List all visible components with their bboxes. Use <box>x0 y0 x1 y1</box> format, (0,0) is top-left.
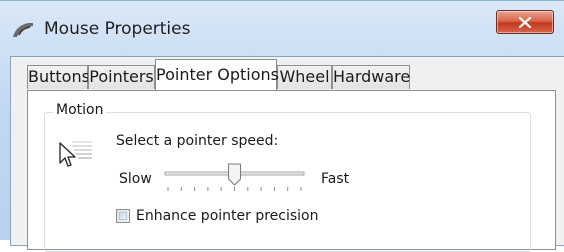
slider-ticks <box>167 187 302 191</box>
window-title: Mouse Properties <box>44 19 191 39</box>
slow-label: Slow <box>119 171 152 187</box>
fast-label: Fast <box>321 171 350 187</box>
tab-label: Pointers <box>89 67 154 86</box>
pointer-speed-slider[interactable] <box>163 163 306 195</box>
tab-hardware[interactable]: Hardware <box>332 65 410 89</box>
tab-pointer-options[interactable]: Pointer Options <box>155 59 279 90</box>
close-button[interactable] <box>496 10 554 34</box>
tab-label: Pointer Options <box>156 65 279 84</box>
tab-pointers[interactable]: Pointers <box>88 65 155 89</box>
enhance-precision-checkbox[interactable] <box>116 209 130 223</box>
slider-thumb-shape[interactable] <box>228 163 241 186</box>
tab-label: Wheel <box>279 67 330 86</box>
close-icon <box>519 16 531 28</box>
mouse-icon <box>11 21 37 39</box>
tab-wheel[interactable]: Wheel <box>277 65 332 89</box>
tab-buttons[interactable]: Buttons <box>27 65 90 89</box>
motion-group-label: Motion <box>53 102 107 118</box>
mouse-properties-window: Mouse Properties Buttons Pointers Pointe… <box>0 0 564 252</box>
slider-thumb[interactable] <box>228 163 241 186</box>
enhance-precision-label: Enhance pointer precision <box>136 208 319 224</box>
tab-label: Buttons <box>28 67 90 86</box>
tab-label: Hardware <box>333 67 411 86</box>
pointer-speed-prompt: Select a pointer speed: <box>116 133 279 149</box>
pointer-speed-icon <box>58 139 94 173</box>
